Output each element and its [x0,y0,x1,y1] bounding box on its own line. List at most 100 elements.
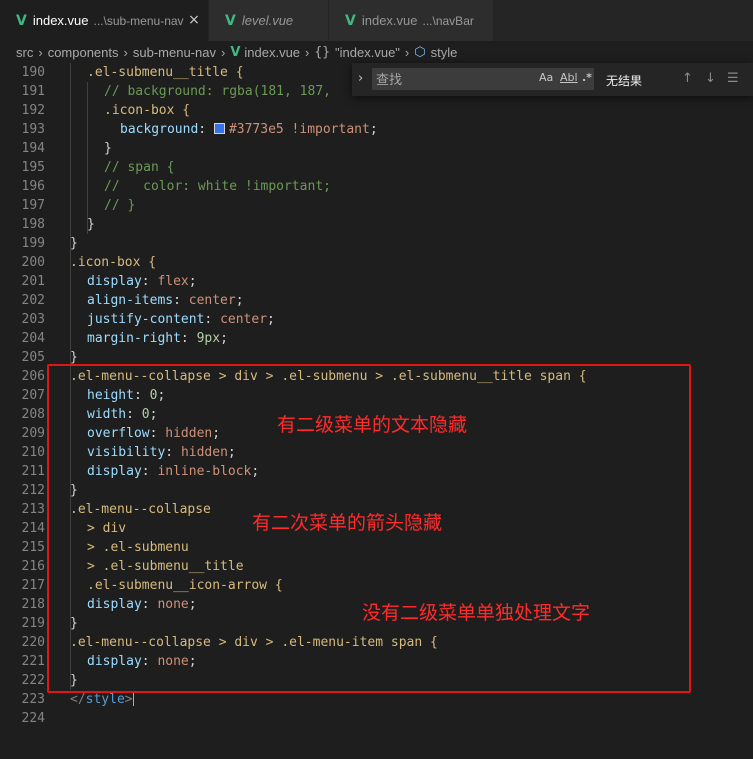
code-text: // span { [104,160,175,175]
css-value: center [220,312,268,327]
find-widget: › Aa Abl .* 无结果 ↑ ↓ ☰ [352,63,753,96]
code-line: 204 margin-right: 9px; [0,329,753,348]
breadcrumb: src › components › sub-menu-nav › V inde… [0,41,753,63]
line-number: 211 [21,464,45,479]
line-number: 203 [21,312,45,327]
tab-description: ...\sub-menu-nav [93,13,184,28]
code-text: .el-submenu__title { [87,65,244,80]
line-number: 193 [21,122,45,137]
line-number: 196 [21,179,45,194]
css-property: display [87,274,142,289]
editor-tab-bar: V index.vue ...\sub-menu-nav × V level.v… [0,0,753,41]
code-text: } [104,141,112,156]
module-symbol-icon: {} [314,44,331,60]
breadcrumb-item-components[interactable]: components [48,45,119,60]
breadcrumb-item-file[interactable]: index.vue [244,45,300,60]
chevron-right-icon: › [404,44,410,60]
code-text: } [70,350,78,365]
whole-word-toggle[interactable]: Abl [560,71,578,84]
code-line: 201 display: flex; [0,272,753,291]
line-number: 217 [21,578,45,593]
find-in-selection-icon[interactable]: ☰ [727,71,739,86]
code-line: 203 justify-content: center; [0,310,753,329]
css-value: flex [157,274,189,289]
breadcrumb-item-module[interactable]: "index.vue" [335,45,400,60]
code-text: .icon-box { [104,103,191,118]
tab-label: index.vue [361,13,418,28]
code-text: } [87,217,95,232]
code-text: // color: white !important; [104,179,331,194]
code-line: 199} [0,234,753,253]
line-number: 194 [21,141,45,156]
line-number: 214 [21,521,45,536]
code-line: 196 // color: white !important; [0,177,753,196]
tab-label: level.vue [241,13,294,28]
code-text: .icon-box { [70,255,157,270]
line-number: 201 [21,274,45,289]
vue-file-icon: V [225,12,236,29]
arrow-up-icon[interactable]: ↑ [682,71,693,86]
color-swatch[interactable] [213,123,225,134]
html-tag-name: style [85,692,125,707]
code-line: 200 .icon-box { [0,253,753,272]
match-case-toggle[interactable]: Aa [539,71,553,84]
code-line: 195 // span { [0,158,753,177]
line-number: 204 [21,331,45,346]
code-line: 224 [0,709,753,728]
code-line: 198} [0,215,753,234]
line-number: 207 [21,388,45,403]
line-number: 223 [21,692,45,707]
annotation-text-hide: 有二级菜单的文本隐藏 [277,414,468,436]
line-number: 195 [21,160,45,175]
line-number: 220 [21,635,45,650]
code-text: } [70,236,78,251]
regex-toggle[interactable]: .* [582,71,592,84]
line-number: 221 [21,654,45,669]
annotation-no-submenu: 没有二级菜单单独处理文字 [362,602,591,624]
code-line: 193 background: #3773e5 !important; [0,120,753,139]
line-number: 212 [21,483,45,498]
breadcrumb-item-style[interactable]: style [431,45,458,60]
chevron-right-icon: › [220,44,226,60]
code-text: // background: rgba(181, 187, [104,84,331,99]
line-number: 215 [21,540,45,555]
line-number: 191 [21,84,45,99]
vue-file-icon: V [16,12,27,29]
line-number: 219 [21,616,45,631]
tab-index-vue-sub-menu-nav[interactable]: V index.vue ...\sub-menu-nav × [0,0,208,41]
chevron-right-icon: › [305,44,310,60]
line-number: 209 [21,426,45,441]
css-property: align-items [87,293,174,308]
close-icon[interactable]: × [186,12,202,28]
line-number: 210 [21,445,45,460]
tab-description: ...\navBar [422,13,474,28]
find-input-box: Aa Abl .* [372,68,594,90]
line-number: 205 [21,350,45,365]
css-property: background [120,122,199,137]
line-number: 213 [21,502,45,517]
line-number: 202 [21,293,45,308]
chevron-right-icon: › [123,44,128,60]
code-text: // } [104,198,136,213]
breadcrumb-item-src[interactable]: src [16,45,33,60]
arrow-down-icon[interactable]: ↓ [705,71,716,86]
css-value: center [188,293,236,308]
chevron-right-icon: › [38,44,43,60]
line-number: 200 [21,255,45,270]
find-input[interactable] [372,68,536,90]
css-property: justify-content [87,312,205,327]
breadcrumb-item-sub-menu-nav[interactable]: sub-menu-nav [133,45,216,60]
tab-index-vue-navbar[interactable]: V index.vue ...\navBar [329,0,493,41]
vue-file-icon: V [345,12,356,29]
code-line: 202 align-items: center; [0,291,753,310]
vue-file-icon: V [230,44,241,60]
tab-label: index.vue [32,13,89,28]
code-line: 197 // } [0,196,753,215]
line-number: 198 [21,217,45,232]
line-number: 208 [21,407,45,422]
chevron-right-icon[interactable]: › [358,71,363,86]
annotation-arrow-hide: 有二次菜单的箭头隐藏 [252,512,443,534]
line-number: 197 [21,198,45,213]
line-number: 224 [21,711,45,726]
tab-level-vue[interactable]: V level.vue [209,0,328,41]
